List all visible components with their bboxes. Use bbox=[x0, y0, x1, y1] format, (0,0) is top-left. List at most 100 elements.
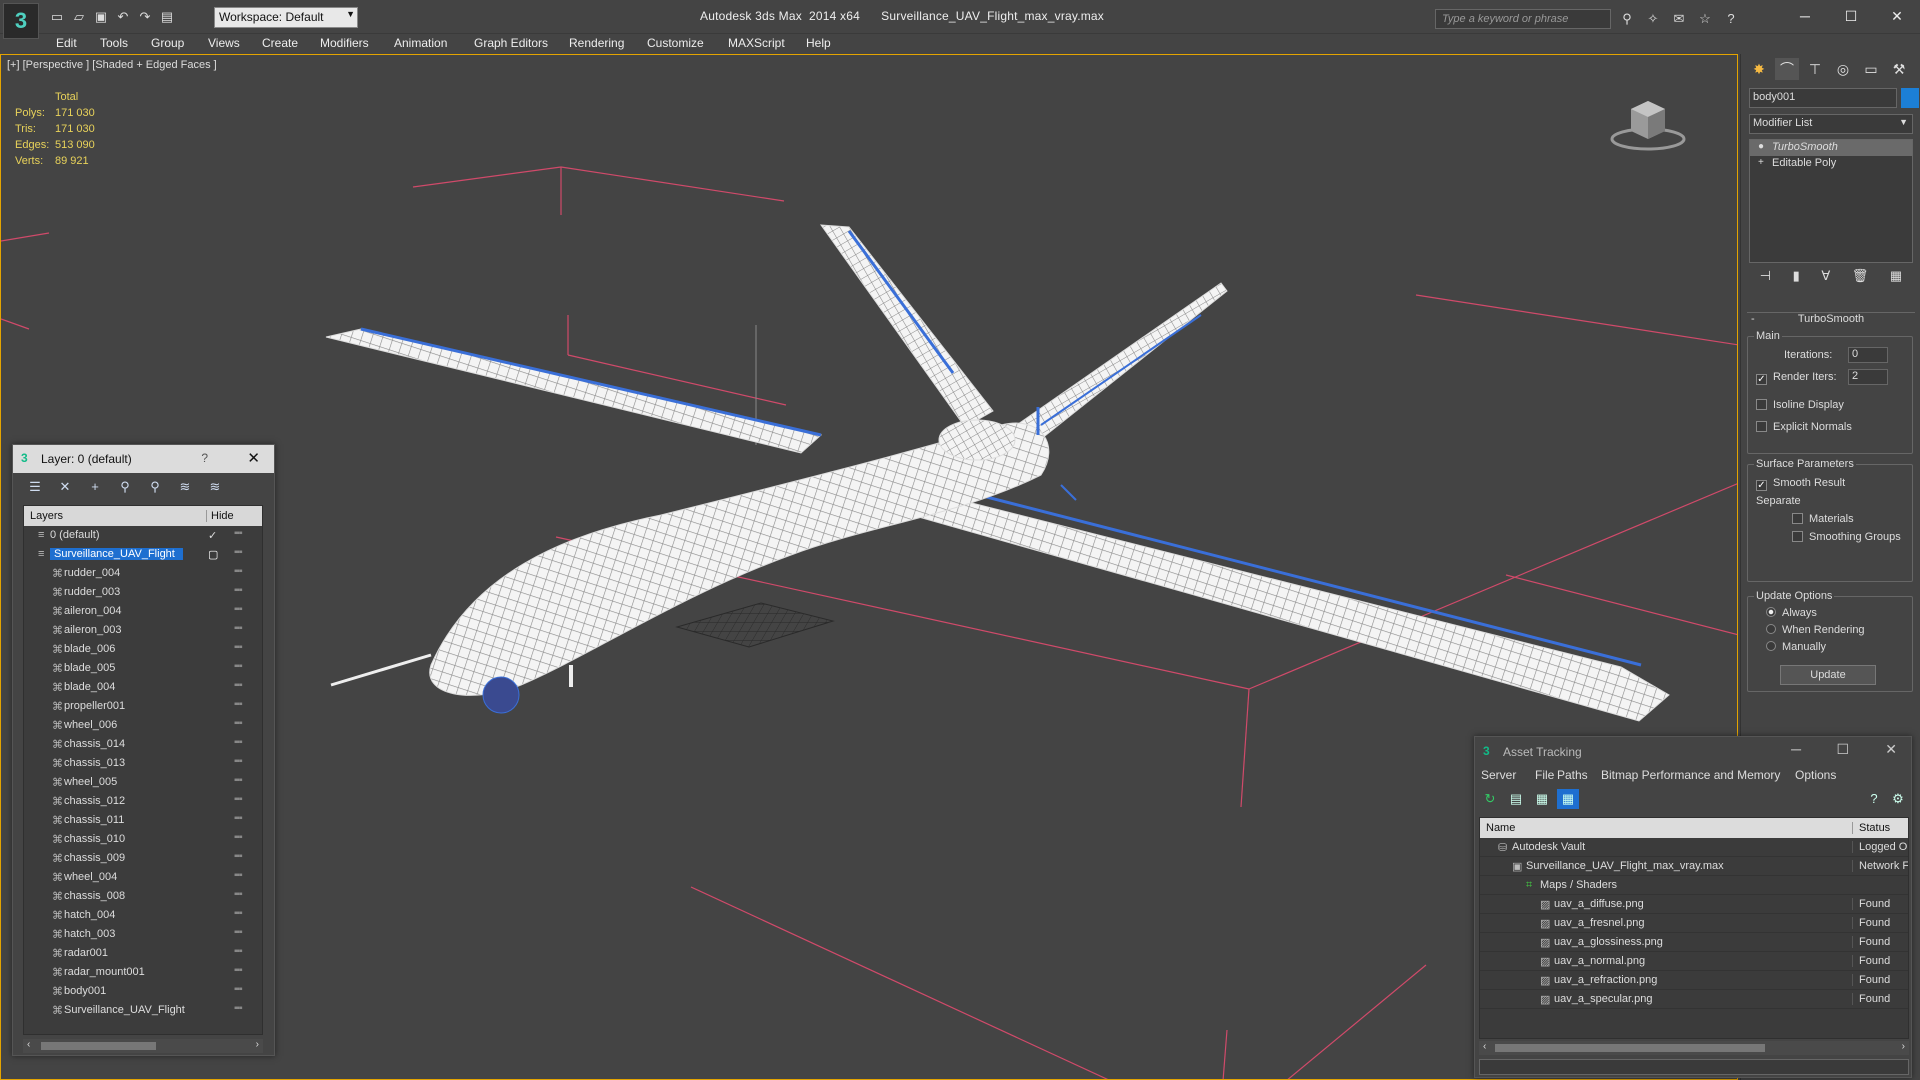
layer-panel-titlebar[interactable]: 3 Layer: 0 (default) ? ✕ bbox=[13, 445, 274, 473]
hide-toggle[interactable]: ▪▪▪ bbox=[234, 756, 243, 767]
layer-row[interactable]: ⌘ radar001 ▪▪▪ bbox=[24, 944, 262, 963]
layer-row[interactable]: ⌘ chassis_011 ▪▪▪ bbox=[24, 811, 262, 830]
hide-toggle[interactable]: ▪▪▪ bbox=[234, 604, 243, 615]
layer-row[interactable]: ⌘ wheel_005 ▪▪▪ bbox=[24, 773, 262, 792]
layer-list-scrollbar[interactable]: ‹ › bbox=[23, 1039, 263, 1053]
layer-row-name[interactable]: chassis_013 bbox=[64, 757, 125, 769]
col-layers-header[interactable]: Layers bbox=[30, 510, 63, 522]
layer-row[interactable]: ⌘ chassis_014 ▪▪▪ bbox=[24, 735, 262, 754]
scrollbar-thumb[interactable] bbox=[41, 1042, 156, 1050]
layer-row[interactable]: ⌘ chassis_009 ▪▪▪ bbox=[24, 849, 262, 868]
subscription-icon[interactable]: ✧ bbox=[1644, 10, 1662, 28]
refresh-icon[interactable]: ↻ bbox=[1479, 789, 1501, 809]
hide-toggle[interactable]: ▪▪▪ bbox=[234, 1003, 243, 1014]
hide-toggle[interactable]: ▪▪▪ bbox=[234, 718, 243, 729]
help-icon[interactable]: ? bbox=[1722, 10, 1740, 28]
layer-row-name[interactable]: Surveillance_UAV_Flight bbox=[64, 1004, 185, 1016]
workspace-dropdown[interactable]: Workspace: Default ▼ bbox=[214, 7, 358, 28]
help-icon[interactable]: ? bbox=[201, 451, 208, 465]
menu-edit[interactable]: Edit bbox=[56, 36, 77, 50]
expand-plus-icon[interactable]: + bbox=[1758, 157, 1764, 168]
render-iters-checkbox-row[interactable]: ✓ Render Iters: bbox=[1756, 371, 1837, 385]
iterations-spinner[interactable]: 0 bbox=[1848, 347, 1888, 363]
turbosmooth-rollout-header[interactable]: - TurboSmooth bbox=[1747, 312, 1915, 328]
close-icon[interactable]: ✕ bbox=[247, 449, 260, 467]
render-iters-spinner[interactable]: 2 bbox=[1848, 369, 1888, 385]
hide-toggle[interactable]: ▪▪▪ bbox=[234, 908, 243, 919]
menu-help[interactable]: Help bbox=[806, 36, 831, 50]
menu-group[interactable]: Group bbox=[151, 36, 184, 50]
layer-row[interactable]: ⌘ rudder_003 ▪▪▪ bbox=[24, 583, 262, 602]
manually-radio[interactable] bbox=[1766, 641, 1776, 651]
smoothing-groups-row[interactable]: Smoothing Groups bbox=[1792, 531, 1901, 543]
layer-row-name[interactable]: chassis_010 bbox=[64, 833, 125, 845]
layer-row[interactable]: ⌘ radar_mount001 ▪▪▪ bbox=[24, 963, 262, 982]
layer-row-name[interactable]: hatch_003 bbox=[64, 928, 115, 940]
layer-row[interactable]: ⌘ hatch_003 ▪▪▪ bbox=[24, 925, 262, 944]
asset-row[interactable]: ⌗ Maps / Shaders bbox=[1480, 876, 1908, 895]
delete-layer-icon[interactable]: ✕ bbox=[53, 477, 77, 497]
scrollbar-thumb[interactable] bbox=[1495, 1044, 1765, 1052]
scroll-right-icon[interactable]: › bbox=[1902, 1041, 1905, 1052]
pin-stack-icon[interactable]: ⊣ bbox=[1760, 268, 1771, 290]
layer-row[interactable]: ⌘ wheel_006 ▪▪▪ bbox=[24, 716, 262, 735]
layer-row[interactable]: ⌘ propeller001 ▪▪▪ bbox=[24, 697, 262, 716]
hide-toggle[interactable]: ▪▪▪ bbox=[234, 642, 243, 653]
add-to-layer-icon[interactable]: + bbox=[83, 477, 107, 497]
modifier-list-dropdown[interactable]: Modifier List ▼ bbox=[1749, 114, 1913, 134]
layer-row[interactable]: ⌘ chassis_010 ▪▪▪ bbox=[24, 830, 262, 849]
display-tab-icon[interactable]: ▭ bbox=[1859, 58, 1883, 80]
col-status-header[interactable]: Status bbox=[1852, 822, 1890, 834]
object-name-field[interactable]: body001 bbox=[1749, 88, 1897, 108]
motion-tab-icon[interactable]: ◎ bbox=[1831, 58, 1855, 80]
hide-all-icon[interactable]: ≋ bbox=[173, 477, 197, 497]
menu-views[interactable]: Views bbox=[208, 36, 240, 50]
asset-row[interactable]: ▨ uav_a_glossiness.png Found bbox=[1480, 933, 1908, 952]
utilities-tab-icon[interactable]: ⚒ bbox=[1887, 58, 1911, 80]
remove-modifier-icon[interactable]: 🗑 bbox=[1852, 268, 1869, 290]
layer-row[interactable]: ⌘ blade_006 ▪▪▪ bbox=[24, 640, 262, 659]
search-input[interactable]: Type a keyword or phrase bbox=[1435, 9, 1611, 29]
asset-row[interactable]: ⛁ Autodesk Vault Logged O bbox=[1480, 838, 1908, 857]
materials-checkbox[interactable] bbox=[1792, 513, 1803, 524]
hide-toggle[interactable]: ▪▪▪ bbox=[234, 870, 243, 881]
scroll-left-icon[interactable]: ‹ bbox=[27, 1039, 30, 1050]
layer-row-name[interactable]: hatch_004 bbox=[64, 909, 115, 921]
menu-server[interactable]: Server bbox=[1481, 768, 1516, 782]
asset-table[interactable]: Name Status ⛁ Autodesk Vault Logged O ▣ Surv… bbox=[1479, 817, 1909, 1039]
isoline-display-checkbox[interactable] bbox=[1756, 399, 1767, 410]
always-radio[interactable] bbox=[1766, 607, 1776, 617]
highlight-layer-icon[interactable]: ⚲ bbox=[143, 477, 167, 497]
menu-rendering[interactable]: Rendering bbox=[569, 36, 624, 50]
current-layer-icon[interactable]: ▢ bbox=[208, 548, 218, 561]
layer-row-name[interactable]: wheel_006 bbox=[64, 719, 117, 731]
hide-toggle[interactable]: ▪▪▪ bbox=[234, 984, 243, 995]
layer-row[interactable]: ⌘ chassis_013 ▪▪▪ bbox=[24, 754, 262, 773]
close-window-button[interactable]: ✕ bbox=[1874, 0, 1920, 32]
asset-row[interactable]: ▨ uav_a_fresnel.png Found bbox=[1480, 914, 1908, 933]
hide-toggle[interactable]: ▪▪▪ bbox=[234, 737, 243, 748]
hide-toggle[interactable]: ▪▪▪ bbox=[234, 623, 243, 634]
hide-toggle[interactable]: ▪▪▪ bbox=[234, 585, 243, 596]
menu-create[interactable]: Create bbox=[262, 36, 298, 50]
manually-radio-row[interactable]: Manually bbox=[1766, 641, 1826, 653]
hide-toggle[interactable]: ▪▪▪ bbox=[234, 566, 243, 577]
close-icon[interactable]: ✕ bbox=[1885, 741, 1897, 758]
viewcube-icon[interactable] bbox=[1609, 91, 1687, 156]
layer-row-name[interactable]: blade_004 bbox=[64, 681, 115, 693]
smooth-result-row[interactable]: ✓ Smooth Result bbox=[1756, 477, 1845, 491]
smoothing-groups-checkbox[interactable] bbox=[1792, 531, 1803, 542]
asset-row[interactable]: ▣ Surveillance_UAV_Flight_max_vray.max Net… bbox=[1480, 857, 1908, 876]
modify-tab-icon[interactable]: ⌒ bbox=[1775, 58, 1799, 80]
hide-toggle[interactable]: ▪▪▪ bbox=[234, 889, 243, 900]
col-name-header[interactable]: Name bbox=[1486, 822, 1515, 834]
layer-row-name[interactable]: rudder_003 bbox=[64, 586, 120, 598]
layer-row-name[interactable]: body001 bbox=[64, 985, 106, 997]
layer-row-name[interactable]: chassis_008 bbox=[64, 890, 125, 902]
menu-file[interactable]: File bbox=[1535, 768, 1554, 782]
explicit-normals-row[interactable]: Explicit Normals bbox=[1756, 421, 1852, 433]
layer-row-name[interactable]: wheel_005 bbox=[64, 776, 117, 788]
when-rendering-radio-row[interactable]: When Rendering bbox=[1766, 624, 1865, 636]
lightbulb-icon[interactable]: ● bbox=[1758, 141, 1764, 152]
layer-list[interactable]: Layers Hide ≡ 0 (default) ▪▪▪ ✓ ≡ Surveillanc… bbox=[23, 505, 263, 1035]
